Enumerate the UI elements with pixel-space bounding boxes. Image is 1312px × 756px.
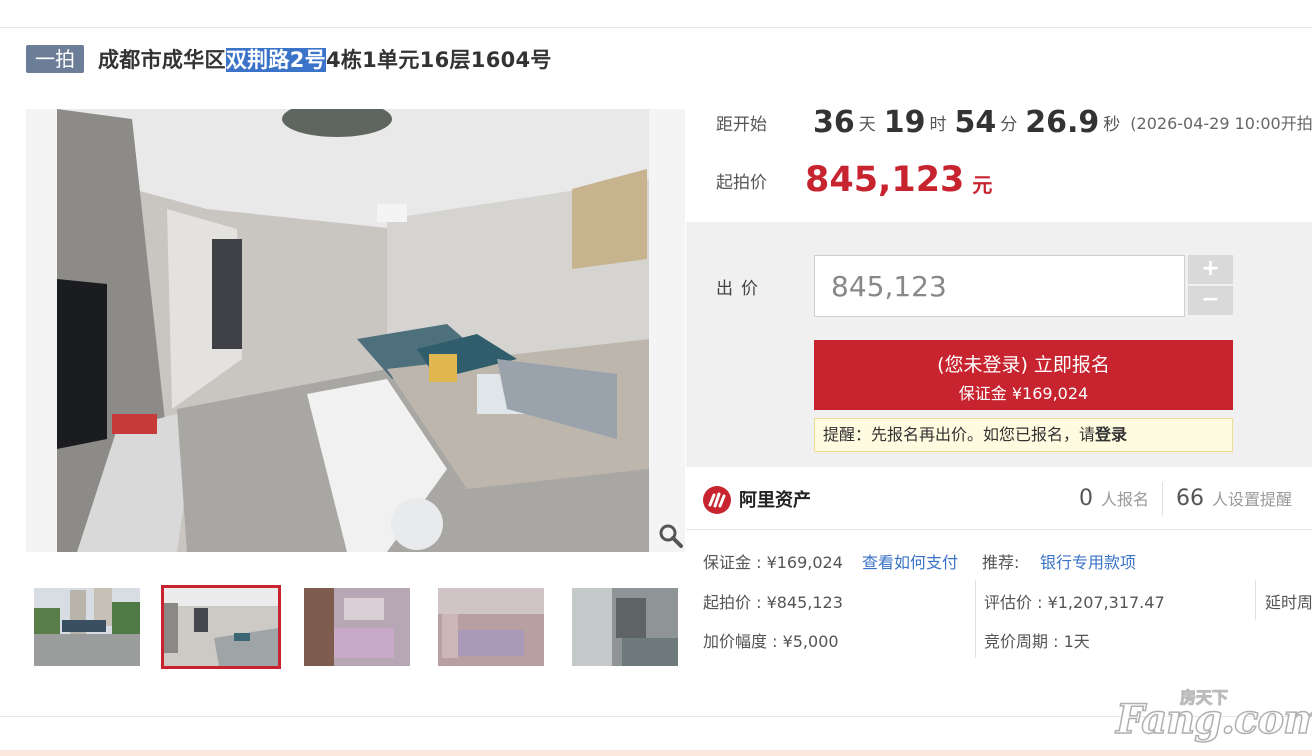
bidding-period-detail: 竞价周期 : 1天 bbox=[984, 632, 1090, 651]
main-photo[interactable] bbox=[57, 109, 649, 552]
countdown-minutes-unit: 分 bbox=[1000, 114, 1018, 135]
starting-price-label: 起拍价 bbox=[716, 172, 767, 193]
countdown-seconds-unit: 秒 bbox=[1103, 114, 1121, 135]
ali-assets-logo-icon bbox=[703, 486, 731, 514]
increase-bid-button[interactable]: + bbox=[1188, 255, 1233, 284]
magnifier-icon[interactable] bbox=[658, 523, 684, 549]
countdown-seconds: 26.9 bbox=[1025, 104, 1100, 140]
starting-price-value: 845,123 bbox=[805, 160, 965, 200]
countdown-days: 36 bbox=[813, 104, 855, 140]
bank-account-link[interactable]: 银行专用款项 bbox=[1040, 549, 1136, 573]
signup-button-label: (您未登录) 立即报名 bbox=[937, 354, 1110, 376]
countdown: 距开始 36 天 19 时 54 分 26.9 秒 (2026-04-29 10… bbox=[716, 100, 1312, 144]
signup-deposit-label: 保证金 ¥169,024 bbox=[958, 384, 1089, 403]
reminder-count: 66 人设置提醒 bbox=[1176, 486, 1292, 511]
countdown-hours-unit: 时 bbox=[929, 114, 947, 135]
start-time-note: (2026-04-29 10:00开拍) bbox=[1130, 114, 1312, 133]
thumbnail-4[interactable] bbox=[438, 588, 544, 666]
page-title: 成都市成华区双荆路2号4栋1单元16层1604号 bbox=[98, 44, 552, 74]
signup-count-value: 0 bbox=[1079, 486, 1093, 511]
recommend-label: 推荐: bbox=[982, 553, 1020, 572]
thumbnail-1[interactable] bbox=[34, 588, 140, 666]
organizer-name[interactable]: 阿里资产 bbox=[739, 486, 811, 512]
auction-round-badge: 一拍 bbox=[26, 45, 84, 73]
title-row: 一拍 成都市成华区双荆路2号4栋1单元16层1604号 bbox=[26, 43, 552, 75]
fang-watermark: 房天下 Fang.com bbox=[1115, 684, 1312, 746]
login-link[interactable]: 登录 bbox=[1095, 425, 1127, 444]
top-divider bbox=[0, 27, 1312, 28]
signup-count-label: 人报名 bbox=[1101, 490, 1150, 509]
signup-reminder: 提醒：先报名再出价。如您已报名，请登录 bbox=[814, 418, 1233, 452]
increment-detail: 加价幅度 : ¥5,000 bbox=[703, 632, 839, 651]
thumbnail-2-selected[interactable] bbox=[161, 585, 281, 669]
bid-panel: 出价 + − (您未登录) 立即报名 保证金 ¥169,024 提醒：先报名再出… bbox=[686, 222, 1312, 467]
bid-amount-input[interactable] bbox=[814, 255, 1185, 317]
bid-label: 出价 bbox=[716, 279, 766, 299]
delay-period-detail: 延时周 bbox=[1265, 593, 1312, 612]
title-prefix: 成都市成华区 bbox=[98, 48, 226, 72]
main-gallery[interactable] bbox=[26, 109, 685, 552]
title-highlight[interactable]: 双荆路2号 bbox=[225, 48, 326, 72]
stat-divider bbox=[1162, 482, 1163, 516]
start-price-detail: 起拍价 : ¥845,123 bbox=[703, 593, 843, 612]
detail-divider-2 bbox=[1255, 580, 1256, 620]
decrease-bid-button[interactable]: − bbox=[1188, 286, 1233, 315]
how-to-pay-link[interactable]: 查看如何支付 bbox=[862, 549, 958, 573]
countdown-label: 距开始 bbox=[716, 114, 767, 135]
watermark-main: Fang.com bbox=[1115, 695, 1312, 744]
title-suffix: 4栋1单元16层1604号 bbox=[325, 48, 552, 72]
deposit-detail: 保证金 : ¥169,024 bbox=[703, 553, 843, 572]
bottom-band bbox=[0, 750, 1312, 756]
signup-count: 0 人报名 bbox=[1079, 486, 1149, 511]
starting-price-unit: 元 bbox=[972, 172, 993, 197]
organizer-row: 阿里资产 0 人报名 66 人设置提醒 bbox=[686, 468, 1312, 530]
detail-divider-1 bbox=[975, 580, 976, 658]
thumbnail-5[interactable] bbox=[572, 588, 678, 666]
reminder-count-label: 人设置提醒 bbox=[1212, 490, 1293, 509]
signup-button[interactable]: (您未登录) 立即报名 保证金 ¥169,024 bbox=[814, 340, 1233, 410]
countdown-hours: 19 bbox=[883, 104, 926, 140]
starting-price: 起拍价 845,123 元 bbox=[716, 155, 992, 205]
thumbnail-3[interactable] bbox=[304, 588, 410, 666]
appraisal-detail: 评估价 : ¥1,207,317.47 bbox=[984, 593, 1165, 612]
reminder-count-value: 66 bbox=[1176, 486, 1204, 511]
reminder-text: 提醒：先报名再出价。如您已报名，请 bbox=[823, 425, 1096, 444]
countdown-minutes: 54 bbox=[954, 104, 997, 140]
countdown-days-unit: 天 bbox=[858, 114, 876, 135]
thumbnail-strip bbox=[26, 585, 686, 669]
